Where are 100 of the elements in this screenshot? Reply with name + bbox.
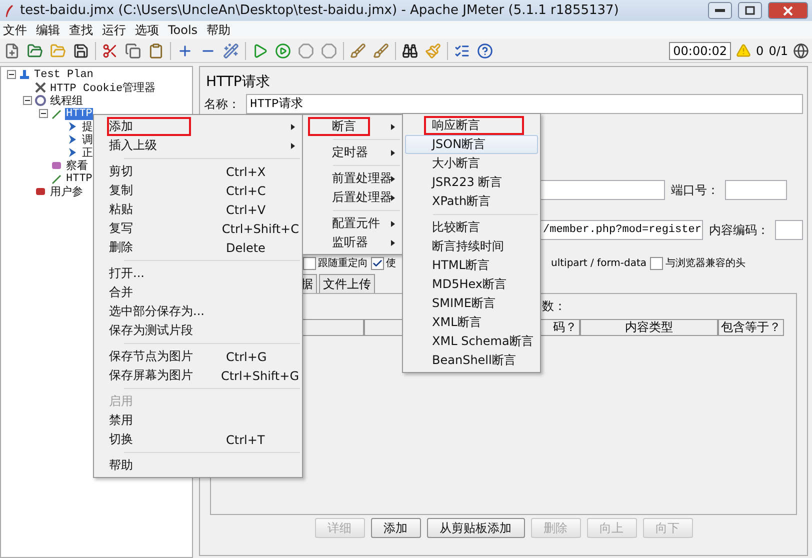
menu-item[interactable]: 删除 Delete (96, 238, 300, 257)
menu-entry[interactable]: 查找 (69, 22, 93, 38)
collapse-toggle[interactable] (7, 70, 16, 79)
panel-title: HTTP请求 (206, 73, 271, 92)
scissors-icon[interactable] (101, 42, 119, 60)
search-icon[interactable] (401, 42, 419, 60)
tree-item[interactable]: HTTP (65, 172, 94, 184)
warning-count: 0 (756, 44, 764, 58)
menu-item[interactable]: 监听器 (305, 233, 400, 252)
help-icon[interactable] (476, 42, 494, 60)
tree-item[interactable]: 线程组 (49, 93, 84, 108)
menu-item[interactable]: 复制 Ctrl+C (96, 181, 300, 200)
maximize-button[interactable] (738, 2, 762, 19)
menu-item[interactable]: 比较断言 (405, 218, 538, 237)
menu-item[interactable]: 选中部分保存为... (96, 302, 300, 321)
checkbox[interactable] (650, 256, 662, 270)
submenu-arrow-icon (391, 150, 395, 156)
port-field[interactable] (725, 180, 787, 200)
menu-item[interactable]: 剪切 Ctrl+X (96, 162, 300, 181)
menu-item[interactable]: 断言持续时间 (405, 237, 538, 256)
menu-entry[interactable]: 文件 (3, 22, 27, 38)
submenu-arrow-icon (391, 124, 395, 130)
menu-item[interactable]: 插入上级 (96, 136, 300, 155)
tab[interactable]: 文件上传 (319, 274, 375, 293)
menu-item[interactable]: 大小断言 (405, 154, 538, 173)
menu-item[interactable]: SMIME断言 (405, 294, 538, 313)
warning-icon (736, 43, 752, 58)
checkbox[interactable] (371, 256, 384, 270)
menu-item[interactable]: 添加 (96, 117, 300, 136)
broom-icon[interactable] (372, 42, 390, 60)
minimize-button[interactable] (708, 2, 732, 19)
maximize-icon (745, 6, 755, 15)
wand-icon[interactable] (222, 42, 240, 60)
menu-item[interactable]: BeanShell断言 (405, 351, 538, 370)
tree-item[interactable]: 调 (81, 132, 94, 147)
collapse-toggle[interactable] (39, 109, 48, 118)
action-button[interactable]: 添加 (370, 518, 420, 538)
column-header: 内容类型 (580, 319, 718, 336)
menu-entry[interactable]: Tools (168, 23, 198, 37)
menu-item[interactable]: 帮助 (96, 456, 300, 475)
tree-item[interactable]: Test Plan (33, 68, 94, 80)
node-icon (35, 95, 46, 106)
menu-item[interactable]: 粘贴 Ctrl+V (96, 200, 300, 219)
play-icon[interactable] (274, 42, 292, 60)
encoding-field[interactable] (775, 220, 803, 240)
save-icon[interactable] (72, 42, 90, 60)
menu-entry[interactable]: 帮助 (206, 22, 231, 38)
menu-item[interactable]: 保存为测试片段 (96, 321, 300, 340)
node-icon (35, 82, 46, 93)
broom-icon[interactable] (349, 42, 367, 60)
menu-item[interactable]: JSR223 断言 (405, 173, 538, 192)
menu-entry[interactable]: 运行 (102, 22, 126, 38)
tree-item[interactable]: 正 (81, 145, 94, 160)
menu-item[interactable]: 保存节点为图片 Ctrl+G (96, 347, 300, 366)
shortcut-text: Ctrl+X (226, 164, 266, 178)
folder-icon[interactable] (26, 42, 44, 60)
action-button[interactable]: 从剪贴板添加 (426, 518, 524, 538)
tree-item[interactable]: HTTP (65, 108, 94, 120)
tree-item[interactable]: 用户参 (49, 184, 84, 199)
name-field[interactable]: HTTP请求 (246, 94, 803, 114)
window-title: test-baidu.jmx (C:\Users\UncleAn\Desktop\test-baidu.jmx) - Apache JMeter (5.1.1 r1855137) (20, 3, 620, 18)
tree-item[interactable]: HTTP Cookie管理器 (49, 80, 157, 95)
menu-item[interactable]: 切换 Ctrl+T (96, 430, 300, 449)
feather-icon (4, 4, 14, 18)
menu-item[interactable]: JSON断言 (405, 135, 538, 154)
checkbox[interactable] (303, 256, 316, 270)
collapse-toggle[interactable] (23, 96, 32, 105)
close-button[interactable] (768, 2, 808, 19)
clipboard-icon[interactable] (147, 42, 165, 60)
submenu-arrow-icon (391, 240, 395, 246)
menu-item[interactable]: 断言 (305, 117, 400, 136)
menu-item[interactable]: 禁用 (96, 411, 300, 430)
menu-item[interactable]: 配置元件 (305, 214, 400, 233)
tree-item[interactable]: 提 (81, 119, 94, 134)
menu-item[interactable]: 响应断言 (405, 116, 538, 135)
menu-entry[interactable]: 选项 (135, 22, 159, 38)
tree-item[interactable]: 察看 (65, 158, 89, 173)
menu-item[interactable]: XPath断言 (405, 192, 538, 211)
path-field[interactable]: /member.php?mod=register (539, 220, 703, 240)
menu-item[interactable]: HTML断言 (405, 256, 538, 275)
shortcut-text: Ctrl+Shift+C (222, 222, 299, 236)
globe-icon[interactable] (793, 42, 809, 58)
shortcut-text: Ctrl+V (226, 202, 266, 216)
field-label: 端口号： (671, 182, 719, 198)
menu-item[interactable]: 定时器 (305, 143, 400, 162)
menu-entry[interactable]: 编辑 (36, 22, 60, 38)
menu-item[interactable]: 保存屏幕为图片 Ctrl+Shift+G (96, 366, 300, 385)
menu-item[interactable]: 合并 (96, 283, 300, 302)
close-icon (783, 6, 793, 16)
menu-item[interactable]: 打开... (96, 264, 300, 283)
menu-item[interactable]: 前置处理器 (305, 169, 400, 188)
menu-item[interactable]: 后置处理器 (305, 188, 400, 207)
submenu-arrow-icon (391, 195, 395, 201)
menu-item[interactable]: 复写 Ctrl+Shift+C (96, 219, 300, 238)
node-icon (51, 173, 62, 184)
shortcut-text: Ctrl+T (226, 432, 265, 446)
copy-icon[interactable] (124, 42, 142, 60)
menu-item[interactable]: MD5Hex断言 (405, 275, 538, 294)
new-file-icon[interactable] (3, 42, 21, 60)
column-header: 包含等于？ (718, 319, 784, 336)
